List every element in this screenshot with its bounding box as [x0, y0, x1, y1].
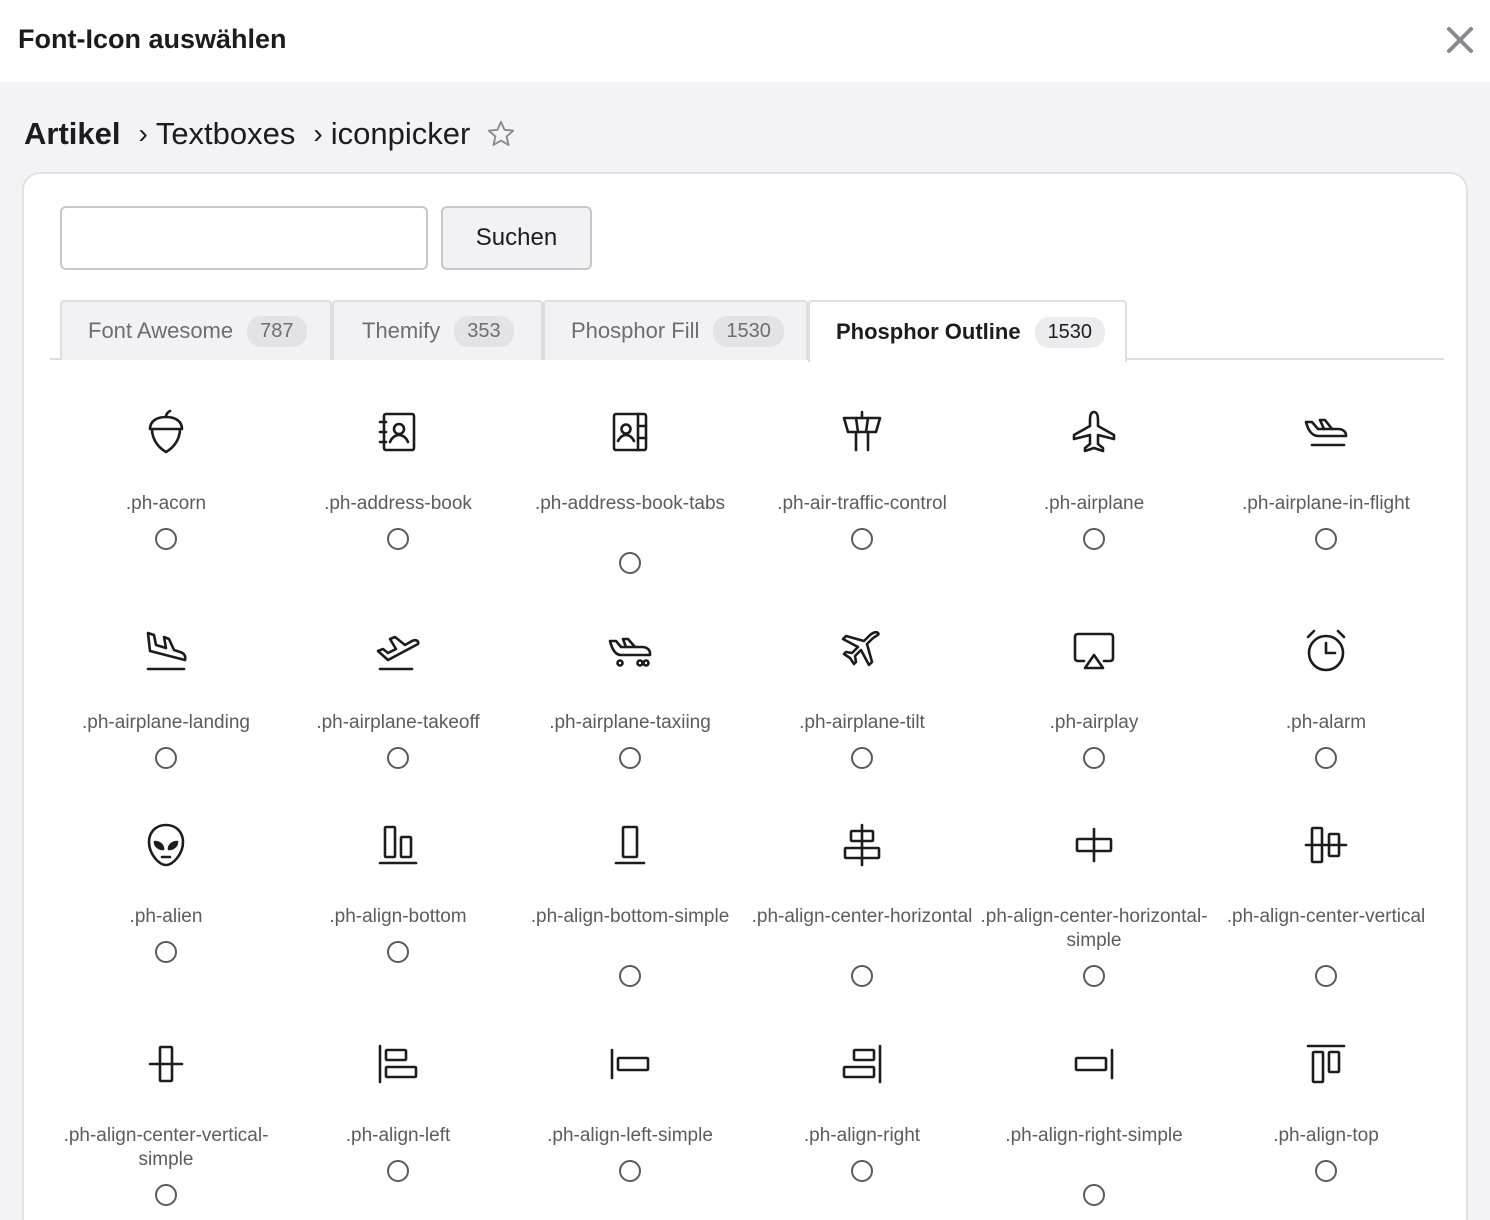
tab-label: Font Awesome: [88, 318, 234, 343]
icon-label: .ph-align-center-vertical-simple: [63, 1125, 269, 1170]
icon-label: .ph-airplay: [1049, 712, 1139, 733]
tab-label: Phosphor Outline: [836, 319, 1021, 344]
address-book-tabs-icon: [606, 408, 654, 456]
align-bottom-simple-icon: [606, 821, 654, 869]
breadcrumb: Artikel › Textboxes › iconpicker: [24, 112, 516, 156]
alien-icon: [142, 821, 190, 869]
align-left-simple-icon: [606, 1040, 654, 1088]
icon-radio[interactable]: [619, 747, 641, 769]
icon-radio[interactable]: [851, 1160, 873, 1182]
align-right-icon: [838, 1040, 886, 1088]
icon-label: .ph-align-center-vertical: [1226, 906, 1426, 927]
icon-label: .ph-align-right: [803, 1125, 921, 1146]
tab-count-badge: 1530: [1034, 316, 1106, 348]
icon-radio[interactable]: [619, 1160, 641, 1182]
icon-label: .ph-air-traffic-control: [777, 493, 947, 514]
icon-radio[interactable]: [1083, 528, 1105, 550]
airplane-tilt-icon: [838, 627, 886, 675]
address-book-icon: [374, 408, 422, 456]
tab-count-badge: 787: [247, 315, 307, 347]
icon-picker-panel: Suchen Font Awesome 787 Themify 353 Phos…: [22, 172, 1468, 1220]
icon-label: .ph-align-center-horizontal: [751, 906, 973, 927]
icon-label: .ph-align-right-simple: [1005, 1125, 1183, 1146]
icon-radio[interactable]: [1083, 747, 1105, 769]
icon-radio[interactable]: [1315, 1160, 1337, 1182]
icon-radio[interactable]: [387, 1160, 409, 1182]
icon-radio[interactable]: [155, 528, 177, 550]
tab-font-awesome[interactable]: Font Awesome 787: [60, 300, 332, 360]
icon-radio[interactable]: [1315, 747, 1337, 769]
icon-radio[interactable]: [619, 552, 641, 574]
icon-radio[interactable]: [387, 528, 409, 550]
breadcrumb-current: iconpicker: [330, 116, 471, 151]
tab-count-badge: 353: [454, 315, 514, 347]
icon-radio[interactable]: [387, 747, 409, 769]
airplane-icon: [1070, 408, 1118, 456]
icon-label: .ph-address-book: [324, 493, 472, 514]
align-center-vertical-simple-icon: [142, 1040, 190, 1088]
airplane-landing-icon: [142, 627, 190, 675]
tab-label: Themify: [362, 318, 441, 343]
align-bottom-icon: [374, 821, 422, 869]
icon-radio[interactable]: [155, 747, 177, 769]
search-button[interactable]: Suchen: [441, 206, 592, 270]
icon-label: .ph-acorn: [125, 493, 207, 514]
icon-radio[interactable]: [1083, 965, 1105, 987]
air-traffic-control-icon: [838, 408, 886, 456]
align-top-icon: [1302, 1040, 1350, 1088]
icon-label: .ph-airplane-takeoff: [316, 712, 480, 733]
tab-phosphor-outline[interactable]: Phosphor Outline 1530: [808, 300, 1127, 362]
tab-count-badge: 1530: [713, 315, 784, 347]
icon-label: .ph-align-center-horizontal-simple: [980, 906, 1208, 951]
align-center-vertical-icon: [1302, 821, 1350, 869]
dialog-title: Font-Icon auswählen: [18, 24, 287, 54]
breadcrumb-separator: ›: [138, 118, 148, 149]
icon-label: .ph-airplane-landing: [82, 712, 250, 733]
icon-radio[interactable]: [1315, 965, 1337, 987]
icon-label: .ph-alarm: [1285, 712, 1367, 733]
breadcrumb-textboxes[interactable]: Textboxes: [156, 116, 296, 152]
align-center-horizontal-simple-icon: [1070, 821, 1118, 869]
icon-radio[interactable]: [155, 941, 177, 963]
icon-label: .ph-align-bottom-simple: [530, 906, 730, 927]
icon-radio[interactable]: [387, 941, 409, 963]
icon-label: .ph-alien: [129, 906, 203, 927]
icon-label: .ph-align-top: [1273, 1125, 1379, 1146]
icon-radio[interactable]: [619, 965, 641, 987]
acorn-icon: [142, 408, 190, 456]
star-icon[interactable]: [486, 119, 516, 149]
icon-radio[interactable]: [1315, 528, 1337, 550]
tab-phosphor-fill[interactable]: Phosphor Fill 1530: [543, 300, 808, 360]
icon-radio[interactable]: [851, 965, 873, 987]
align-right-simple-icon: [1070, 1040, 1118, 1088]
breadcrumb-root[interactable]: Artikel: [24, 116, 120, 152]
icon-label: .ph-airplane-taxiing: [549, 712, 711, 733]
dialog-header: Font-Icon auswählen: [0, 0, 1490, 82]
icon-radio[interactable]: [155, 1184, 177, 1206]
icon-radio[interactable]: [1083, 1184, 1105, 1206]
close-icon[interactable]: [1444, 24, 1476, 56]
airplay-icon: [1070, 627, 1118, 675]
icon-label: .ph-airplane-in-flight: [1242, 493, 1410, 514]
search-input[interactable]: [60, 206, 428, 270]
icon-radio[interactable]: [851, 747, 873, 769]
icon-label: .ph-airplane: [1043, 493, 1145, 514]
align-left-icon: [374, 1040, 422, 1088]
alarm-icon: [1302, 627, 1350, 675]
icon-radio[interactable]: [851, 528, 873, 550]
icon-label: .ph-align-left: [345, 1125, 451, 1146]
icon-set-tabs: Font Awesome 787 Themify 353 Phosphor Fi…: [50, 300, 1444, 362]
airplane-taxiing-icon: [606, 627, 654, 675]
icon-label: .ph-align-bottom: [329, 906, 467, 927]
airplane-takeoff-icon: [374, 627, 422, 675]
airplane-in-flight-icon: [1302, 408, 1350, 456]
tab-themify[interactable]: Themify 353: [332, 300, 543, 360]
tab-label: Phosphor Fill: [571, 318, 700, 343]
breadcrumb-separator: ›: [313, 118, 323, 149]
align-center-horizontal-icon: [838, 821, 886, 869]
icon-label: .ph-address-book-tabs: [534, 493, 726, 514]
icon-label: .ph-align-left-simple: [547, 1125, 713, 1146]
icon-label: .ph-airplane-tilt: [799, 712, 925, 733]
